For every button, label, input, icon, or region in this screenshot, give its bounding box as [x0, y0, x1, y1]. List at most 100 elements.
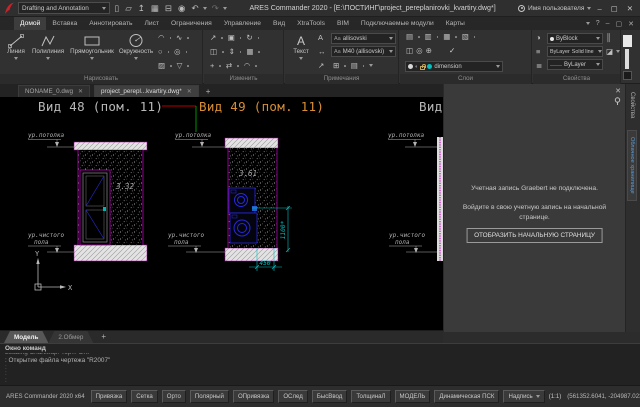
hatch-icon[interactable]: ▨ — [158, 62, 165, 70]
ribbon-tab-annotate[interactable]: Аннотировать — [83, 17, 138, 30]
ribbon-tab-constraints[interactable]: Ограничения — [165, 17, 218, 30]
undo-history-icon[interactable] — [203, 7, 207, 10]
ribbon-tab-plugins[interactable]: Подключаемые модули — [355, 17, 440, 30]
height-dim-48[interactable]: 3.32 — [115, 182, 135, 191]
height-dim-49[interactable]: 3.61 — [238, 169, 257, 178]
section-label-layers[interactable]: Слои — [400, 74, 531, 84]
leader-icon[interactable]: ↗ — [318, 62, 324, 70]
palette-tab-cloud-storage[interactable]: Облачное хранилище — [627, 130, 637, 201]
layers-manager-icon[interactable]: ▤ — [406, 33, 413, 41]
swatch-white[interactable] — [623, 35, 632, 47]
section-label-modify[interactable]: Изменить — [204, 74, 283, 84]
add-sheet-button[interactable]: + — [93, 331, 114, 343]
view-48-geometry[interactable]: 3.32 — [74, 142, 147, 261]
fillet-icon[interactable]: ◠ — [244, 62, 251, 70]
quick-input-toggle[interactable]: БысВвод — [312, 390, 347, 403]
rotate-icon[interactable]: ↻ — [246, 34, 252, 42]
doc-tab-noname[interactable]: NONAME_0.dwg ✕ — [18, 85, 90, 97]
drawing-viewport[interactable]: .cad-title{font:12.5px "DejaVu Sans Mono… — [0, 97, 443, 330]
lineweight-icon[interactable]: ≣ — [536, 62, 542, 70]
section-label-properties[interactable]: Свойства — [533, 74, 620, 84]
dim-style-dropdown[interactable]: Aa M40 (allisovski) — [331, 46, 396, 57]
doc-tab-project[interactable]: project_perepl...kvartiry.dwg* ✕ — [94, 85, 199, 97]
color-dropdown[interactable]: ByBlock — [547, 33, 603, 44]
layer-isolate-icon[interactable]: ◎ — [416, 47, 423, 55]
save-icon[interactable]: ▦ — [149, 4, 160, 13]
columns-icon[interactable]: ║ — [606, 34, 611, 42]
lineweight-dropdown[interactable]: ——— ByLayer — [547, 59, 603, 70]
close-button[interactable]: ✕ — [624, 4, 636, 13]
swatch-group-icon[interactable]: ◪ — [606, 48, 613, 56]
open-icon[interactable]: ▱ — [124, 4, 134, 13]
ceiling-slab-49[interactable] — [225, 138, 278, 148]
layer-freeze-icon[interactable]: ◫ — [406, 47, 413, 55]
annotation-tools-icon[interactable]: ▤ — [351, 62, 358, 70]
new-doc-tab-button[interactable]: + — [203, 86, 214, 97]
text-height-icon[interactable]: A — [318, 34, 323, 42]
dim-450-text[interactable]: 450 — [259, 260, 270, 267]
mirror-icon[interactable]: ◫ — [210, 48, 217, 56]
ortho-toggle[interactable]: Орто — [162, 390, 186, 403]
ribbon-collapse-icon[interactable] — [586, 22, 590, 25]
ucs-icon[interactable]: Y X — [35, 250, 73, 292]
doc-minimize-icon[interactable]: – — [606, 20, 610, 27]
door-48[interactable] — [80, 170, 110, 245]
copy-icon[interactable]: ▣ — [228, 34, 235, 42]
ribbon-tab-bim[interactable]: BIM — [331, 17, 355, 30]
move-icon[interactable]: ↗ — [210, 34, 216, 42]
tab-model[interactable]: Модель — [4, 331, 48, 343]
door-handle-48[interactable] — [103, 207, 106, 211]
print-icon[interactable]: ◉ — [177, 4, 187, 13]
doc-restore-icon[interactable]: ▢ — [616, 20, 623, 28]
palette-tab-properties[interactable]: Свойства — [629, 92, 635, 118]
arc-icon[interactable]: ◠ — [158, 34, 165, 42]
text-tool-button[interactable]: A Текст — [287, 32, 315, 60]
stretch-icon[interactable]: ⇕ — [229, 48, 235, 56]
esnap-toggle[interactable]: ОПривязка — [233, 390, 274, 403]
import-icon[interactable]: ↥ — [136, 4, 146, 13]
model-space-button[interactable]: МОДЕЛЬ — [395, 390, 431, 403]
ribbon-tab-xtratools[interactable]: XtraTools — [291, 17, 331, 30]
ellipse-icon[interactable]: ○ — [158, 48, 163, 56]
ribbon-tab-manage[interactable]: Управление — [218, 17, 267, 30]
etrack-toggle[interactable]: ОСлед — [278, 390, 308, 403]
linetype-icon[interactable]: ≡ — [536, 48, 540, 56]
line-tool-button[interactable]: Линия — [3, 32, 29, 60]
floor-slab-48[interactable] — [74, 245, 147, 261]
minimize-button[interactable]: – — [594, 4, 604, 13]
dynamic-ucs-toggle[interactable]: Динамическая ПСК — [434, 390, 499, 403]
close-icon[interactable]: ✕ — [78, 88, 83, 95]
array-icon[interactable]: ▦ — [246, 48, 253, 56]
swatch-dark[interactable] — [623, 71, 632, 80]
ribbon-tab-view[interactable]: Вид — [267, 17, 291, 30]
workspace-dropdown[interactable]: Drafting and Annotation — [18, 2, 110, 14]
maximize-button[interactable]: ▢ — [608, 4, 621, 13]
layer-new-icon[interactable]: ⊕ — [426, 47, 432, 55]
panel-close-icon[interactable]: ✕ — [615, 87, 621, 95]
section-label-annotations[interactable]: Примечания — [285, 74, 398, 84]
polyline-tool-button[interactable]: Полилиния — [30, 32, 66, 60]
ribbon-tab-insert[interactable]: Вставка — [46, 17, 83, 30]
spline-icon[interactable]: ∿ — [176, 34, 182, 42]
ceiling-slab-48[interactable] — [74, 142, 147, 150]
dimension-icon[interactable]: ↔ — [318, 48, 326, 56]
table-icon[interactable]: ⊞ — [333, 62, 339, 70]
grid-toggle[interactable]: Сетка — [131, 390, 158, 403]
help-icon[interactable]: ? — [596, 20, 600, 27]
dim-1100-text[interactable]: 1100* — [280, 220, 287, 239]
annotation-scale-dropdown[interactable]: Надпись — [503, 390, 544, 403]
lineweight-toggle[interactable]: ТолщинаЛ — [351, 390, 390, 403]
redo-icon[interactable]: ↷ — [210, 4, 220, 13]
ribbon-tab-sheet[interactable]: Лист — [139, 17, 166, 30]
linetype-dropdown[interactable]: ByLayer Solid line — [547, 46, 603, 57]
snap-toggle[interactable]: Привязка — [91, 390, 128, 403]
rectangle-tool-button[interactable]: Прямоугольник — [68, 32, 116, 60]
view-clipped-title[interactable]: Вид — [419, 99, 442, 114]
undo-icon[interactable]: ↶ — [190, 4, 200, 13]
layer-preview-icon[interactable]: ▦ — [443, 33, 450, 41]
check-icon[interactable]: ✓ — [449, 47, 455, 55]
color-fill-icon[interactable]: ◑ — [536, 34, 541, 42]
layer-states-icon[interactable]: ▥ — [425, 33, 432, 41]
polar-toggle[interactable]: Полярный — [190, 390, 229, 403]
panel-pin-icon[interactable] — [614, 97, 621, 105]
